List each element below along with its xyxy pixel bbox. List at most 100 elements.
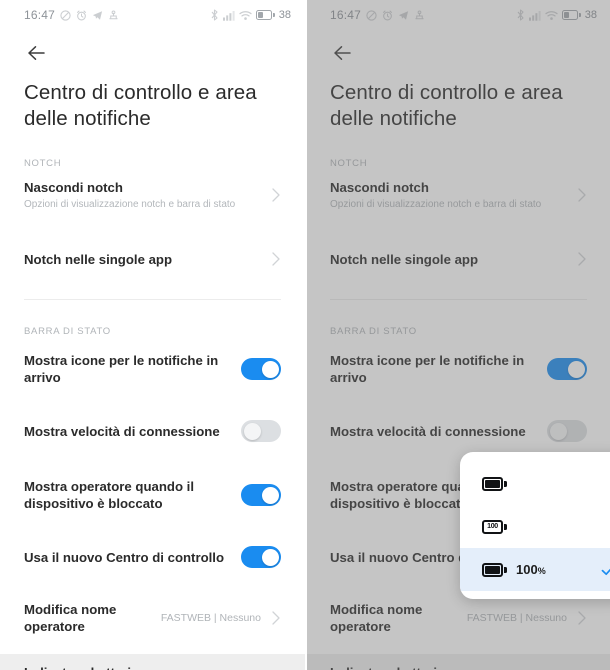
row-title: Nascondi notch — [24, 179, 123, 195]
page-title: Centro di controllo e area delle notific… — [330, 81, 563, 130]
row-title: Indicatore batteria — [24, 664, 261, 670]
battery-plain-icon — [482, 476, 507, 491]
section-label-notch: NOTCH — [330, 158, 368, 169]
row-title: Nascondi notch — [330, 179, 429, 195]
section-label-barra-di-stato: BARRA DI STATO — [24, 326, 111, 337]
phone-screenshot-left: 16:47 38 Centro di controllo e area dell… — [0, 0, 305, 670]
cellular-signal-icon — [528, 10, 541, 21]
chevron-right-icon — [577, 610, 587, 626]
row-text: Indicatore batteria Percentuale (accanto… — [24, 664, 269, 670]
row-mostra-icone-notifiche[interactable]: Mostra icone per le notifiche in arrivo — [0, 345, 305, 393]
alarm-icon — [76, 10, 87, 21]
row-subtitle: Opzioni di visualizzazione notch e barra… — [330, 198, 542, 210]
row-modifica-nome-operatore[interactable]: Modifica nome operatore FASTWEB | Nessun… — [306, 594, 610, 642]
back-arrow-icon[interactable] — [24, 40, 50, 66]
row-title: Mostra velocità di connessione — [24, 423, 220, 439]
screenshot-stage: 16:47 38 Centro di controllo e area dell… — [0, 0, 610, 670]
telegram-icon — [92, 10, 103, 21]
row-title: Mostra velocità di connessione — [330, 423, 526, 439]
dropdown-option-battery-number-inside[interactable]: 100 — [460, 505, 610, 548]
toggle-mostra-icone-notifiche[interactable] — [241, 358, 281, 380]
row-indicatore-batteria[interactable]: Indicatore batteria Percentuale (accanto… — [0, 654, 305, 670]
row-title: Mostra icone per le notifiche in arrivo — [24, 353, 219, 385]
row-text: Notch nelle singole app — [330, 251, 577, 268]
chevron-right-icon — [271, 610, 281, 626]
dnd-icon — [366, 9, 377, 21]
dnd-icon — [60, 9, 71, 21]
battery-indicator-dropdown[interactable]: 100 100% — [460, 452, 610, 599]
row-text: Mostra velocità di connessione — [24, 423, 241, 440]
wifi-icon — [545, 10, 558, 21]
row-title: Indicatore batteria — [330, 664, 567, 670]
row-title: Usa il nuovo Centro di controllo — [24, 549, 225, 565]
row-nascondi-notch[interactable]: Nascondi notch Opzioni di visualizzazion… — [0, 169, 305, 221]
row-mostra-velocita-connessione[interactable]: Mostra velocità di connessione — [306, 407, 610, 455]
page-title: Centro di controllo e area delle notific… — [24, 81, 257, 130]
row-modifica-nome-operatore[interactable]: Modifica nome operatore FASTWEB | Nessun… — [0, 594, 305, 642]
row-nascondi-notch[interactable]: Nascondi notch Opzioni di visualizzazion… — [306, 169, 610, 221]
toolbar — [0, 30, 305, 74]
back-arrow-icon[interactable] — [330, 40, 356, 66]
row-notch-singole-app[interactable]: Notch nelle singole app — [306, 233, 610, 285]
dropdown-option-suffix: % — [537, 566, 546, 576]
toggle-mostra-velocita-connessione[interactable] — [547, 420, 587, 442]
wifi-icon — [239, 10, 252, 21]
status-bar: 16:47 38 — [0, 0, 305, 30]
toggle-knob — [243, 422, 261, 440]
battery-plain-icon — [482, 562, 507, 577]
row-value-operatore: FASTWEB | Nessuno — [466, 612, 567, 624]
row-subtitle: Opzioni di visualizzazione notch e barra… — [24, 198, 236, 210]
check-icon — [600, 562, 610, 578]
toggle-mostra-velocita-connessione[interactable] — [241, 420, 281, 442]
row-nuovo-centro-controllo[interactable]: Usa il nuovo Centro di controllo — [0, 533, 305, 581]
settings-screen-dimmed: 16:47 38 Centro di controllo e area dell… — [306, 0, 610, 670]
row-title: Notch nelle singole app — [24, 251, 173, 267]
chevron-right-icon — [577, 187, 587, 203]
toggle-mostra-icone-notifiche[interactable] — [547, 358, 587, 380]
row-title: Notch nelle singole app — [330, 251, 479, 267]
toggle-nuovo-centro-controllo[interactable] — [241, 546, 281, 568]
toggle-knob — [549, 422, 567, 440]
row-indicatore-batteria[interactable]: Indicatore batteria Percentuale (accanto… — [306, 654, 610, 670]
row-text: Mostra icone per le notifiche in arrivo — [24, 352, 241, 386]
phone-screenshot-right: 16:47 38 Centro di controllo e area dell… — [306, 0, 610, 670]
row-mostra-operatore-bloccato[interactable]: Mostra operatore quando il dispositivo è… — [0, 469, 305, 521]
row-title: Mostra icone per le notifiche in arrivo — [330, 353, 525, 385]
row-text: Modifica nome operatore — [330, 601, 467, 635]
row-text: Nascondi notch Opzioni di visualizzazion… — [24, 179, 271, 212]
toolbar — [306, 30, 610, 74]
status-bar: 16:47 38 — [306, 0, 610, 30]
row-text: Mostra velocità di connessione — [330, 423, 547, 440]
row-text: Usa il nuovo Centro di controllo — [24, 549, 241, 566]
row-notch-singole-app[interactable]: Notch nelle singole app — [0, 233, 305, 285]
chevron-right-icon — [271, 187, 281, 203]
row-text: Mostra icone per le notifiche in arrivo — [330, 352, 547, 386]
battery-number-icon: 100 — [482, 519, 507, 534]
vpn-icon — [414, 10, 425, 21]
toggle-mostra-operatore-bloccato[interactable] — [241, 484, 281, 506]
chevron-right-icon — [577, 251, 587, 267]
dropdown-option-battery-percent-beside[interactable]: 100% — [460, 548, 610, 591]
status-bar-left: 16:47 — [330, 8, 425, 22]
dropdown-option-label: 100% — [516, 562, 546, 577]
row-text: Modifica nome operatore — [24, 601, 161, 635]
row-text: Mostra operatore quando il dispositivo è… — [24, 478, 241, 512]
battery-number-badge: 100 — [487, 523, 498, 530]
row-mostra-icone-notifiche[interactable]: Mostra icone per le notifiche in arrivo — [306, 345, 610, 393]
row-text: Notch nelle singole app — [24, 251, 271, 268]
toggle-knob — [261, 486, 279, 504]
dropdown-option-battery-icon-only[interactable] — [460, 462, 610, 505]
dropdown-option-value: 100 — [516, 562, 538, 577]
settings-screen: 16:47 38 Centro di controllo e area dell… — [0, 0, 305, 670]
status-bar-left: 16:47 — [24, 8, 119, 22]
status-bar-right: 38 — [210, 9, 291, 21]
status-bar-clock: 16:47 — [330, 8, 362, 22]
section-label-barra-di-stato: BARRA DI STATO — [330, 326, 417, 337]
battery-percent-label: 38 — [584, 9, 597, 21]
status-bar-right: 38 — [516, 9, 597, 21]
toggle-knob — [261, 548, 279, 566]
row-title: Mostra operatore quando il dispositivo è… — [24, 479, 194, 511]
bluetooth-icon — [210, 9, 219, 21]
row-mostra-velocita-connessione[interactable]: Mostra velocità di connessione — [0, 407, 305, 455]
toggle-knob — [261, 360, 279, 378]
